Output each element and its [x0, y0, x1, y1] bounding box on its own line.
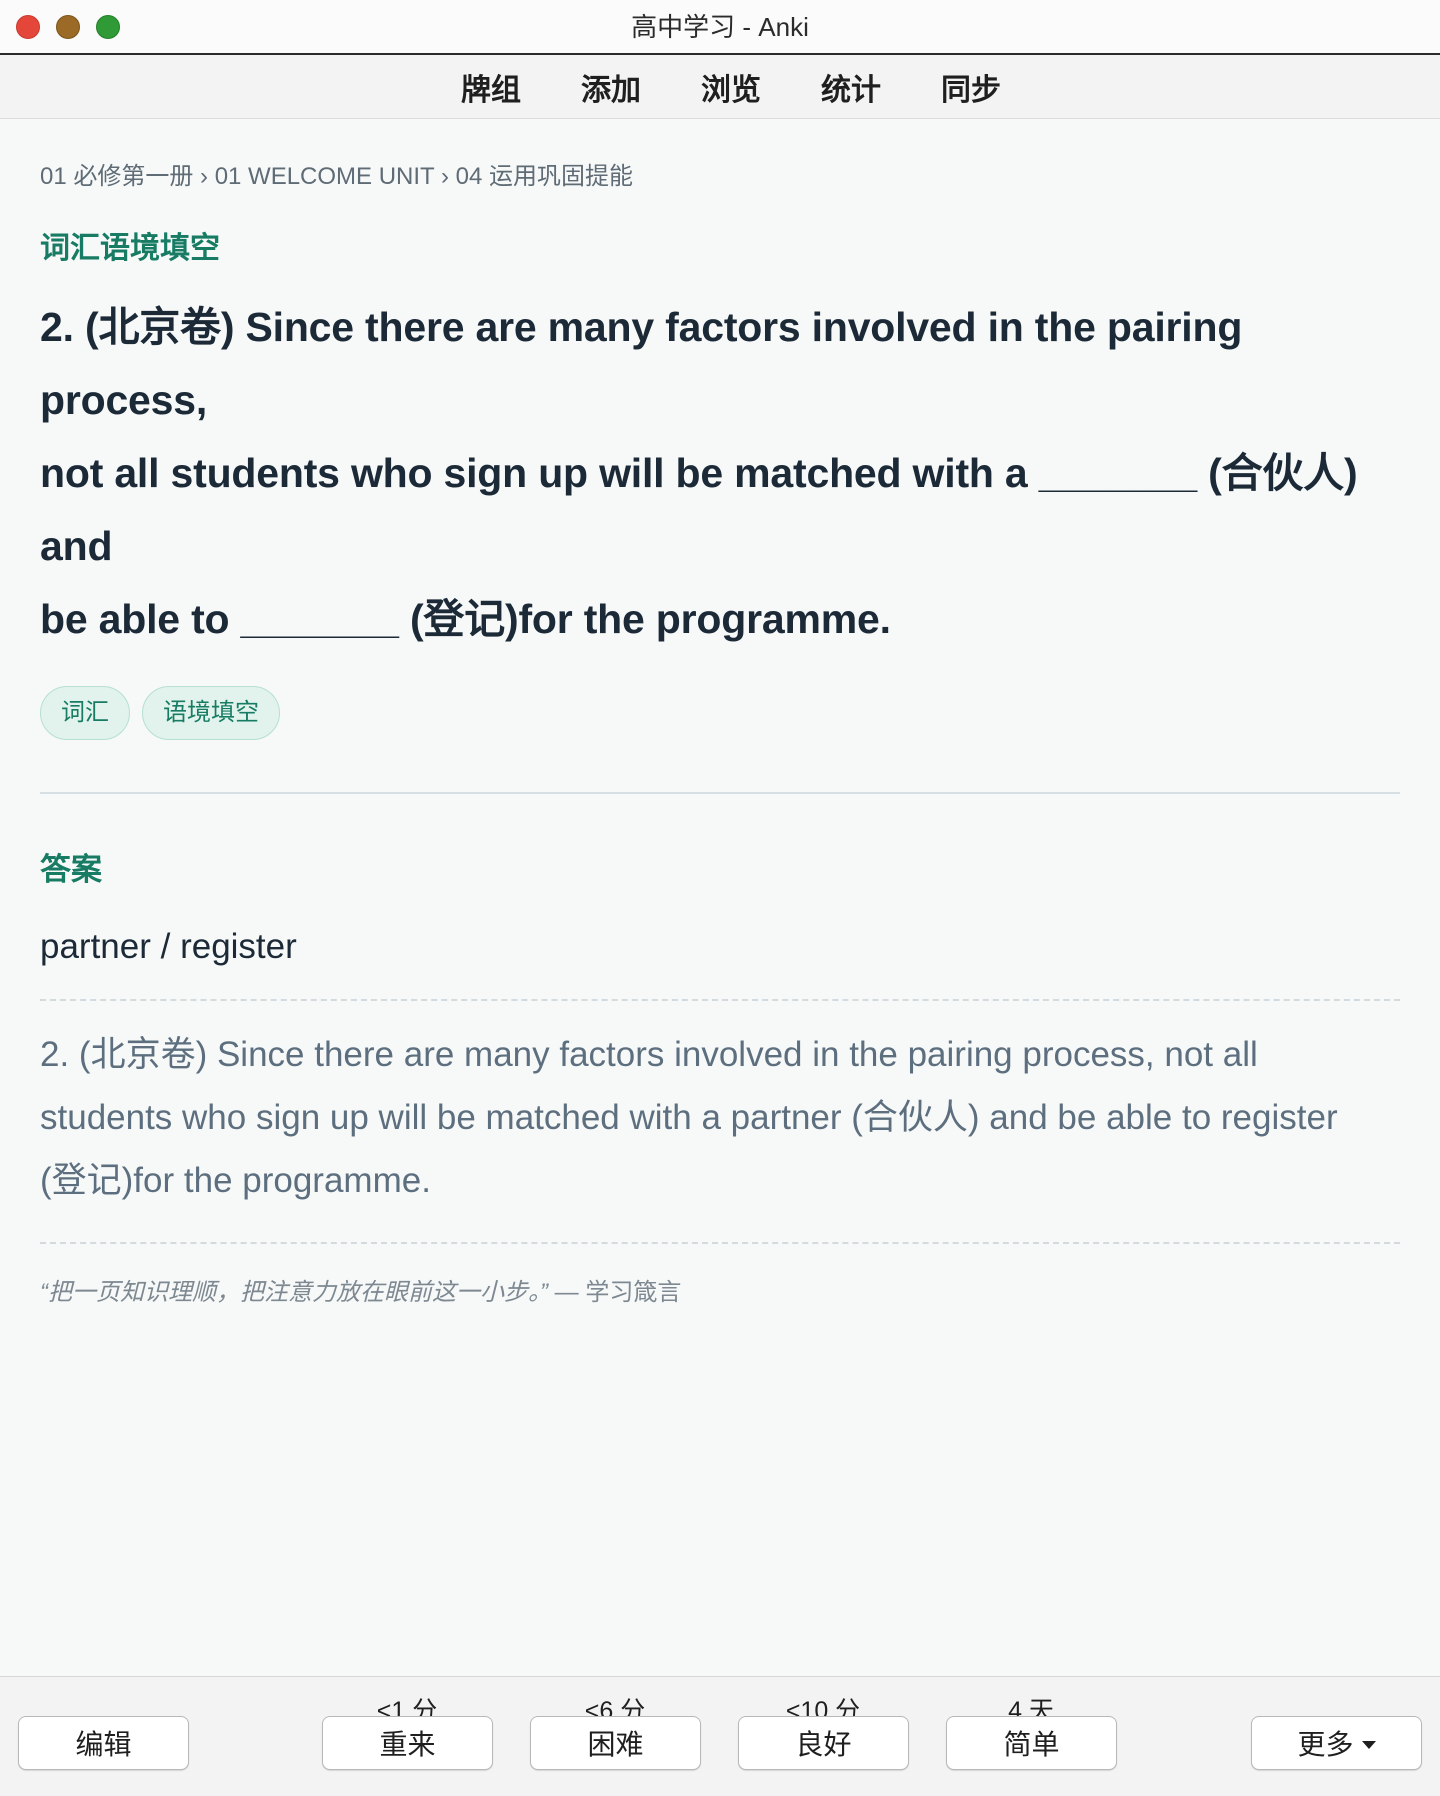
again-button[interactable]: 重来 [322, 1716, 493, 1770]
toolbar-decks[interactable]: 牌组 [459, 59, 523, 115]
good-button[interactable]: 良好 [738, 1716, 909, 1770]
question-line: be able to _______ (登记)for the programme… [40, 596, 891, 642]
answer-heading: 答案 [40, 852, 102, 887]
question-line: 2. (北京卷) Since there are many factors in… [40, 304, 1243, 423]
title-bar: 高中学习 - Anki [0, 0, 1440, 55]
sentence-line: students who sign up will be matched wit… [40, 1098, 1338, 1137]
motto-quote: “把一页知识理顺，把注意力放在眼前这一小步。” [40, 1279, 548, 1306]
toolbar-add[interactable]: 添加 [579, 59, 643, 115]
tag-vocabulary: 词汇 [40, 686, 130, 740]
question-text: 2. (北京卷) Since there are many factors in… [40, 291, 1400, 656]
anki-window: 高中学习 - Anki 牌组 添加 浏览 统计 同步 01 必修第一册 › 01… [0, 0, 1440, 1796]
edit-button[interactable]: 编辑 [18, 1716, 189, 1770]
tag-list: 词汇 语境填空 [40, 686, 1400, 740]
deck-breadcrumb: 01 必修第一册 › 01 WELCOME UNIT › 04 运用巩固提能 [40, 163, 633, 190]
tag-context-fill: 语境填空 [142, 686, 280, 740]
dashed-separator [40, 1242, 1400, 1244]
question-line: not all students who sign up will be mat… [40, 450, 1358, 569]
chevron-down-icon [1361, 1741, 1376, 1749]
toolbar-browse[interactable]: 浏览 [699, 59, 763, 115]
answer-divider [40, 792, 1400, 794]
main-toolbar: 牌组 添加 浏览 统计 同步 [0, 55, 1440, 119]
completed-sentence: 2. (北京卷) Since there are many factors in… [40, 1023, 1400, 1212]
review-bottom-bar: 编辑 <1 分 重来 <6 分 困难 <10 分 良好 4 天 简单 更多 [0, 1676, 1440, 1796]
motto-source: — 学习箴言 [554, 1279, 682, 1306]
card-section-label: 词汇语境填空 [40, 232, 220, 265]
sentence-line: (登记)for the programme. [40, 1161, 431, 1200]
more-button-label: 更多 [1297, 1729, 1354, 1760]
toolbar-sync[interactable]: 同步 [939, 59, 1003, 115]
card-content: 01 必修第一册 › 01 WELCOME UNIT › 04 运用巩固提能 词… [0, 119, 1440, 1307]
easy-button[interactable]: 简单 [946, 1716, 1117, 1770]
window-title: 高中学习 - Anki [631, 12, 809, 42]
hard-button[interactable]: 困难 [530, 1716, 701, 1770]
toolbar-stats[interactable]: 统计 [819, 59, 883, 115]
sentence-line: 2. (北京卷) Since there are many factors in… [40, 1035, 1258, 1074]
dashed-separator [40, 999, 1400, 1001]
answer-text: partner / register [40, 927, 297, 966]
motto: “把一页知识理顺，把注意力放在眼前这一小步。” — 学习箴言 [40, 1272, 1400, 1307]
more-button[interactable]: 更多 [1251, 1716, 1422, 1770]
